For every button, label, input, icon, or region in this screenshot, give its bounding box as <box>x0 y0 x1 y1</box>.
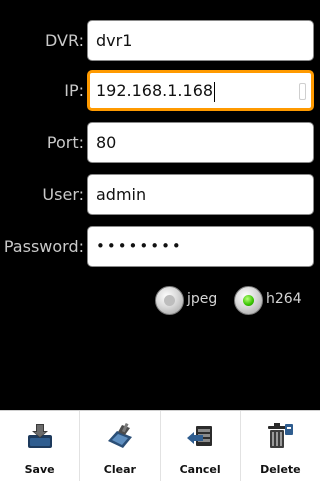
dvr-row: DVR: dvr1 <box>0 17 320 65</box>
dvr-input-value: dvr1 <box>96 31 133 50</box>
delete-button[interactable]: Delete <box>241 411 320 481</box>
radio-indicator <box>164 295 175 306</box>
save-button[interactable]: Save <box>0 411 81 481</box>
ip-input[interactable]: 192.168.1.168 <box>87 70 314 111</box>
password-row: Password: •••••••• <box>0 223 320 271</box>
dvr-input[interactable]: dvr1 <box>87 20 314 61</box>
stream-format-radio-group: jpeg h264 <box>150 283 320 317</box>
user-row: User: admin <box>0 171 320 219</box>
clear-button[interactable]: Clear <box>80 411 161 481</box>
clear-button-label: Clear <box>103 463 136 476</box>
port-input-value: 80 <box>96 133 117 152</box>
cancel-icon <box>187 426 213 446</box>
jpeg-radio-label[interactable]: jpeg <box>187 291 217 307</box>
delete-icon <box>268 423 294 448</box>
password-label: Password: <box>3 237 84 256</box>
h264-radio-label[interactable]: h264 <box>266 291 302 307</box>
save-icon <box>27 424 52 448</box>
input-scroll-handle[interactable] <box>299 83 306 100</box>
cancel-button-label: Cancel <box>179 463 221 476</box>
text-caret <box>214 81 216 102</box>
ip-label: IP: <box>64 81 84 100</box>
user-label: User: <box>42 185 84 204</box>
bottom-toolbar: Save Clear Cancel Delete <box>0 410 320 481</box>
clear-icon <box>107 422 132 448</box>
port-label: Port: <box>46 133 84 152</box>
ip-row: IP: 192.168.1.168 <box>0 67 320 115</box>
password-input-value: •••••••• <box>96 237 183 255</box>
port-input[interactable]: 80 <box>87 122 314 163</box>
port-row: Port: 80 <box>0 119 320 167</box>
save-button-label: Save <box>24 463 55 476</box>
cancel-button[interactable]: Cancel <box>161 411 241 481</box>
user-input-value: admin <box>96 185 147 204</box>
radio-indicator <box>243 295 254 306</box>
delete-button-label: Delete <box>260 463 301 476</box>
jpeg-radio[interactable] <box>155 286 184 315</box>
dvr-label: DVR: <box>45 31 84 50</box>
h264-radio[interactable] <box>234 286 263 315</box>
user-input[interactable]: admin <box>87 174 314 215</box>
ip-input-value: 192.168.1.168 <box>96 81 214 100</box>
password-input[interactable]: •••••••• <box>87 226 314 267</box>
